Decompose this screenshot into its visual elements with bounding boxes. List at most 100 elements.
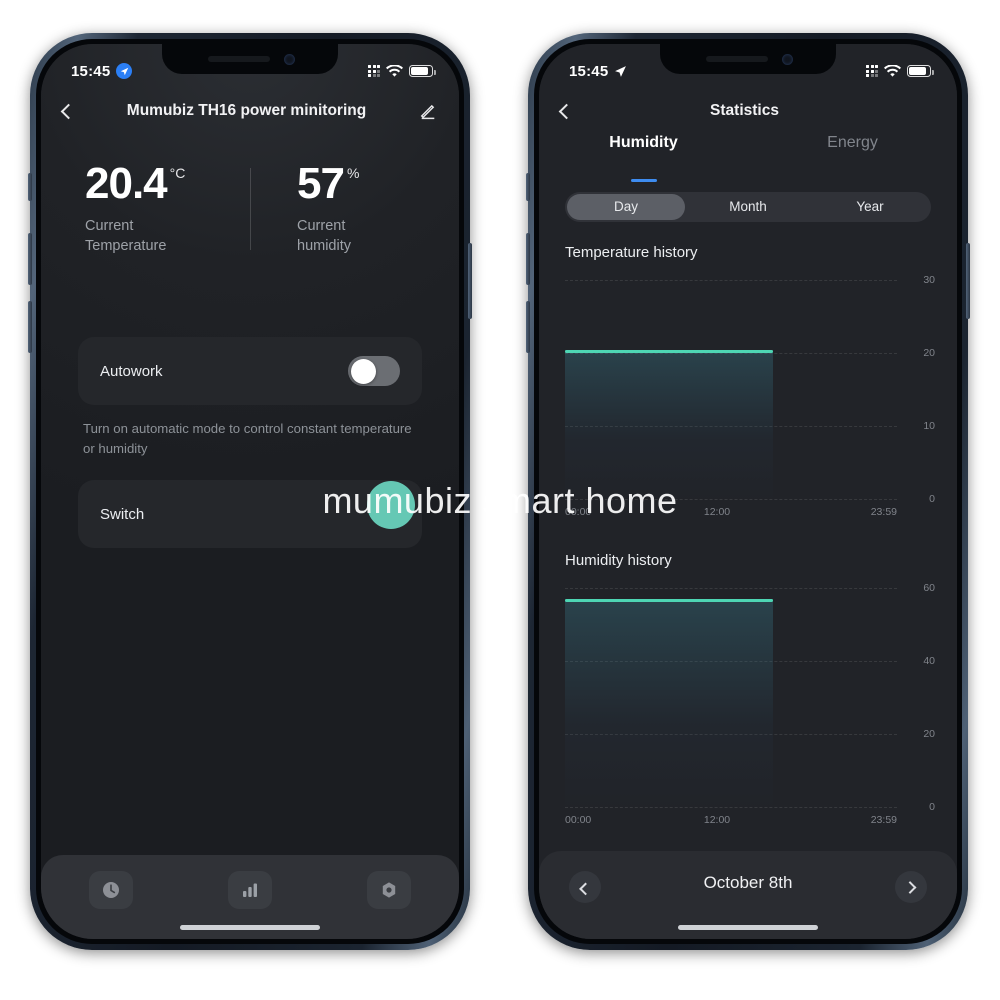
ytick-20b: 20 bbox=[923, 728, 935, 740]
temperature-readout: 20.4 °C Current Temperature bbox=[41, 162, 247, 256]
ytick-40: 40 bbox=[923, 655, 935, 667]
earpiece-speaker-right bbox=[706, 56, 768, 62]
notch-left bbox=[162, 44, 338, 74]
temperature-series-line bbox=[565, 350, 773, 353]
status-time-right: 15:45 bbox=[569, 62, 609, 80]
statistics-subtabs: Humidity Energy bbox=[539, 134, 957, 182]
temperature-label-line1: Current bbox=[85, 218, 134, 234]
temperature-area-fill bbox=[565, 350, 773, 499]
battery-icon bbox=[409, 65, 436, 77]
ytick-0: 0 bbox=[929, 493, 935, 505]
home-indicator-right bbox=[678, 925, 818, 930]
temperature-series-area bbox=[565, 350, 773, 499]
gridline-30 bbox=[565, 280, 897, 281]
volume-down-button[interactable] bbox=[28, 301, 32, 353]
notch-right bbox=[660, 44, 836, 74]
ytick-0b: 0 bbox=[929, 801, 935, 813]
xtick-mid-h: 12:00 bbox=[703, 814, 731, 826]
ytick-60: 60 bbox=[923, 582, 935, 594]
volume-up-button[interactable] bbox=[28, 233, 32, 285]
cellular-signal-icon bbox=[866, 65, 878, 77]
ytick-10: 10 bbox=[923, 420, 935, 432]
xtick-mid: 12:00 bbox=[703, 506, 731, 518]
status-bar-right-right-group bbox=[866, 64, 934, 78]
wifi-icon bbox=[386, 64, 403, 77]
volume-down-button-right[interactable] bbox=[526, 301, 530, 353]
xtick-end: 23:59 bbox=[870, 506, 897, 518]
humidity-series-area bbox=[565, 599, 773, 807]
status-bar-right-group bbox=[368, 64, 436, 78]
ytick-20: 20 bbox=[923, 347, 935, 359]
humidity-value: 57 bbox=[297, 159, 345, 208]
front-camera bbox=[284, 54, 295, 65]
gridline-0 bbox=[565, 499, 897, 500]
volume-up-button-right[interactable] bbox=[526, 233, 530, 285]
readout-divider bbox=[250, 168, 251, 250]
xtick-end-h: 23:59 bbox=[870, 814, 897, 826]
home-indicator-left bbox=[180, 925, 320, 930]
temperature-unit: °C bbox=[169, 165, 186, 181]
gridline-0b bbox=[565, 807, 897, 808]
autowork-label: Autowork bbox=[100, 362, 163, 380]
power-button-right[interactable] bbox=[966, 243, 970, 319]
humidity-unit: % bbox=[346, 165, 360, 181]
humidity-chart: 60 40 20 0 00:00 12:00 23:59 bbox=[565, 582, 935, 826]
segment-year[interactable]: Year bbox=[811, 194, 929, 220]
tab-humidity-label: Humidity bbox=[609, 134, 678, 151]
ytick-30: 30 bbox=[923, 274, 935, 286]
chevron-right-icon bbox=[903, 880, 916, 894]
humidity-readout: 57 % Current humidity bbox=[247, 162, 459, 256]
tab-humidity[interactable]: Humidity bbox=[539, 134, 748, 182]
phone-device-right: 15:45 Statistics Humidity Energy Day Mon… bbox=[526, 33, 970, 950]
autowork-toggle-knob bbox=[350, 358, 376, 384]
humidity-label: Current humidity bbox=[297, 217, 459, 256]
power-button[interactable] bbox=[468, 243, 472, 319]
page-title-statistics: Statistics bbox=[710, 102, 779, 119]
tab-active-underline bbox=[630, 179, 657, 182]
temperature-chart-title: Temperature history bbox=[565, 244, 698, 261]
tab-timer[interactable] bbox=[88, 871, 133, 909]
humidity-label-line1: Current bbox=[297, 218, 346, 234]
segment-month[interactable]: Month bbox=[689, 194, 807, 220]
humidity-value-group: 57 % bbox=[297, 162, 459, 206]
status-time: 15:45 bbox=[71, 62, 111, 80]
switch-label: Switch bbox=[100, 505, 145, 523]
tab-energy-label: Energy bbox=[827, 134, 878, 151]
autowork-toggle[interactable] bbox=[348, 356, 400, 386]
location-arrow-icon bbox=[615, 65, 627, 77]
humidity-xaxis: 00:00 12:00 23:59 bbox=[565, 814, 897, 826]
temperature-label-line2: Temperature bbox=[85, 237, 167, 254]
segment-day[interactable]: Day bbox=[567, 194, 685, 220]
status-bar-left-group: 15:45 bbox=[71, 62, 133, 80]
mute-switch-right[interactable] bbox=[526, 173, 530, 201]
tab-settings[interactable] bbox=[367, 871, 412, 909]
xtick-start-h: 00:00 bbox=[565, 814, 592, 826]
earpiece-speaker bbox=[208, 56, 270, 62]
front-camera-right bbox=[782, 54, 793, 65]
temperature-value-group: 20.4 °C bbox=[85, 162, 247, 206]
humidity-chart-title: Humidity history bbox=[565, 552, 672, 569]
page-title: Mumubiz TH16 power minitoring bbox=[126, 102, 367, 119]
temperature-xaxis: 00:00 12:00 23:59 bbox=[565, 506, 897, 518]
sensor-readouts: 20.4 °C Current Temperature 57 % Current… bbox=[41, 162, 459, 272]
navigation-bar-right: Statistics bbox=[539, 88, 957, 134]
humidity-area-fill bbox=[565, 599, 773, 807]
bar-chart-icon bbox=[242, 883, 257, 897]
clock-icon bbox=[102, 882, 119, 898]
date-navigator: October 8th bbox=[539, 851, 957, 939]
pencil-edit-icon[interactable] bbox=[419, 102, 437, 120]
tab-statistics[interactable] bbox=[227, 871, 272, 909]
tab-energy[interactable]: Energy bbox=[748, 134, 957, 178]
temperature-label: Current Temperature bbox=[85, 217, 247, 256]
status-bar-right-left-group: 15:45 bbox=[569, 63, 627, 80]
touch-indicator bbox=[367, 481, 415, 529]
navigation-bar-left: Mumubiz TH16 power minitoring bbox=[41, 88, 459, 134]
screenshot-canvas: 15:45 Mumubiz TH16 power minitoring 20.4… bbox=[0, 0, 1000, 1000]
mute-switch[interactable] bbox=[28, 173, 32, 201]
autowork-card: Autowork bbox=[78, 337, 422, 405]
gear-icon bbox=[383, 882, 396, 898]
humidity-label-line2: humidity bbox=[297, 237, 351, 254]
location-arrow-icon bbox=[116, 63, 133, 79]
next-day-button[interactable] bbox=[895, 871, 927, 903]
autowork-hint: Turn on automatic mode to control consta… bbox=[83, 421, 412, 457]
